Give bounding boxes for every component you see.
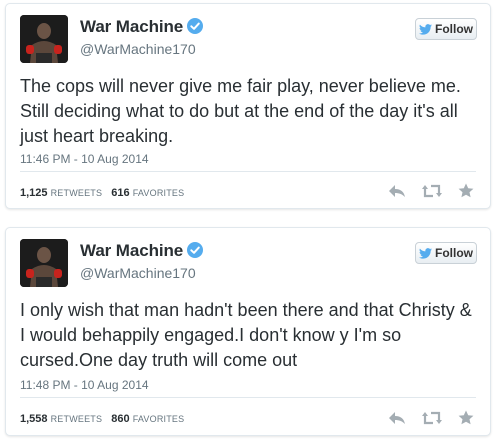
twitter-bird-icon — [419, 23, 432, 35]
divider — [20, 397, 476, 398]
retweet-icon — [422, 184, 442, 197]
retweet-icon — [422, 411, 442, 424]
reply-button[interactable] — [388, 411, 406, 425]
tweet-card: War Machine @WarMachine170 Follow The co… — [5, 3, 491, 209]
tweet-text: I only wish that man hadn't been there a… — [20, 300, 472, 370]
retweet-count[interactable]: 1,558 — [20, 413, 48, 425]
author-name-text[interactable]: War Machine — [80, 241, 183, 260]
verified-icon — [187, 18, 204, 34]
avatar[interactable] — [20, 239, 68, 287]
retweets-label: RETWEETS — [50, 188, 103, 198]
author-name-text[interactable]: War Machine — [80, 17, 183, 36]
favorite-icon — [458, 410, 474, 425]
author-handle[interactable]: @WarMachine170 — [80, 41, 196, 57]
twitter-bird-icon — [419, 247, 432, 259]
favorites-label: FAVORITES — [132, 188, 185, 198]
tweet-stats: 1,125 RETWEETS 616 FAVORITES — [20, 187, 190, 199]
divider — [20, 171, 476, 172]
favorite-count[interactable]: 860 — [111, 413, 129, 425]
reply-icon — [389, 184, 405, 197]
tweet-text: The cops will never give me fair play, n… — [20, 76, 461, 146]
tweet-stats: 1,558 RETWEETS 860 FAVORITES — [20, 413, 190, 425]
author-name[interactable]: War Machine — [80, 17, 204, 37]
reply-icon — [389, 411, 405, 424]
tweet-actions — [388, 410, 474, 425]
favorite-button[interactable] — [458, 183, 474, 198]
tweet-actions — [388, 183, 474, 198]
author-name[interactable]: War Machine — [80, 241, 204, 261]
favorite-count[interactable]: 616 — [111, 187, 129, 199]
follow-label: Follow — [435, 246, 473, 260]
favorites-label: FAVORITES — [132, 414, 185, 424]
avatar[interactable] — [20, 15, 68, 63]
retweet-button[interactable] — [422, 184, 442, 198]
retweet-count[interactable]: 1,125 — [20, 187, 48, 199]
follow-button[interactable]: Follow — [415, 242, 477, 264]
follow-button[interactable]: Follow — [415, 18, 477, 40]
verified-icon — [187, 242, 204, 258]
retweets-label: RETWEETS — [50, 414, 103, 424]
tweet-timestamp[interactable]: 11:46 PM - 10 Aug 2014 — [20, 152, 149, 166]
retweet-button[interactable] — [422, 411, 442, 425]
tweet-card: War Machine @WarMachine170 Follow I only… — [5, 227, 491, 436]
follow-label: Follow — [435, 22, 473, 36]
author-handle[interactable]: @WarMachine170 — [80, 265, 196, 281]
favorite-icon — [458, 183, 474, 198]
reply-button[interactable] — [388, 184, 406, 198]
favorite-button[interactable] — [458, 410, 474, 425]
tweet-timestamp[interactable]: 11:48 PM - 10 Aug 2014 — [20, 378, 149, 392]
